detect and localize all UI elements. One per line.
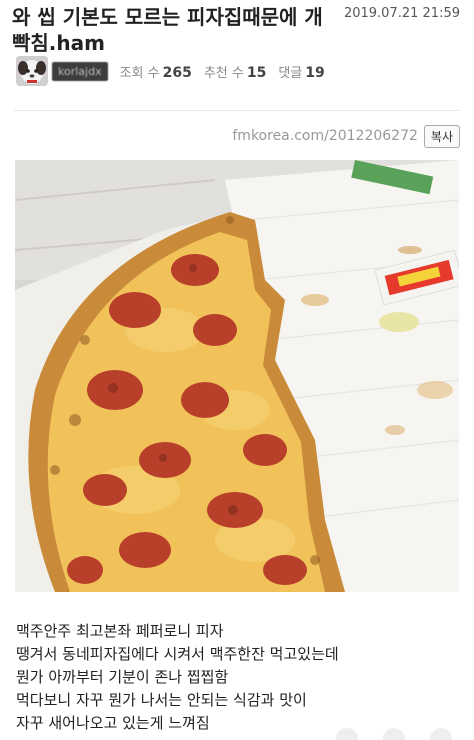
author-name[interactable]: korlajdx — [52, 61, 108, 81]
pizza-photo — [15, 160, 459, 592]
post-body-line: 먹다보니 자꾸 뭔가 나서는 안되는 식감과 맛이 — [16, 691, 307, 709]
recommend-count-label: 추천 수 — [203, 65, 244, 81]
post-body: 맥주안주 최고본좌 페퍼로니 피자 땡겨서 동네피자집에다 시켜서 맥주한잔 먹… — [16, 620, 466, 735]
toolbar-button[interactable] — [336, 728, 359, 740]
post-photo[interactable] — [15, 160, 459, 592]
post-meta: korlajdx 조회 수 265 추천 수 15 댓글 19 — [16, 56, 466, 86]
post-header: 와 씹 기본도 모르는 피자집때문에 개 빡침.ham 2019.07.21 2… — [0, 0, 474, 108]
post-title: 와 씹 기본도 모르는 피자집때문에 개 빡침.ham — [12, 4, 337, 56]
post-url-row: fmkorea.com/2012206272 복사 — [232, 124, 460, 148]
comment-count-label: 댓글 — [278, 65, 303, 81]
comment-count[interactable]: 댓글 19 — [278, 62, 324, 81]
view-count-value: 265 — [162, 64, 192, 81]
post-body-line: 맥주안주 최고본좌 페퍼로니 피자 — [16, 622, 224, 640]
copy-url-button[interactable]: 복사 — [423, 124, 460, 148]
post-title-line-1: 와 씹 기본도 모르는 피자집때문에 개 — [12, 5, 323, 29]
recommend-count: 추천 수 15 — [204, 62, 267, 81]
post-date: 2019.07.21 21:59 — [343, 6, 460, 21]
header-divider — [14, 110, 460, 111]
comment-count-value: 19 — [305, 64, 325, 81]
view-count-label: 조회 수 — [119, 65, 160, 81]
post-body-line: 뭔가 아까부터 기분이 존나 찝찝함 — [16, 668, 229, 686]
post-body-line: 땡겨서 동네피자집에다 시켜서 맥주한잔 먹고있는데 — [16, 645, 339, 663]
avatar[interactable] — [16, 56, 48, 86]
recommend-count-value: 15 — [246, 64, 267, 81]
toolbar-button[interactable] — [429, 728, 452, 740]
post-url[interactable]: fmkorea.com/2012206272 — [232, 128, 418, 144]
avatar-image — [16, 56, 48, 86]
post-title-line-2: 빡침.ham — [12, 31, 105, 55]
view-count: 조회 수 265 — [120, 62, 192, 81]
toolbar-button[interactable] — [382, 728, 405, 740]
bottom-toolbar — [324, 728, 464, 740]
